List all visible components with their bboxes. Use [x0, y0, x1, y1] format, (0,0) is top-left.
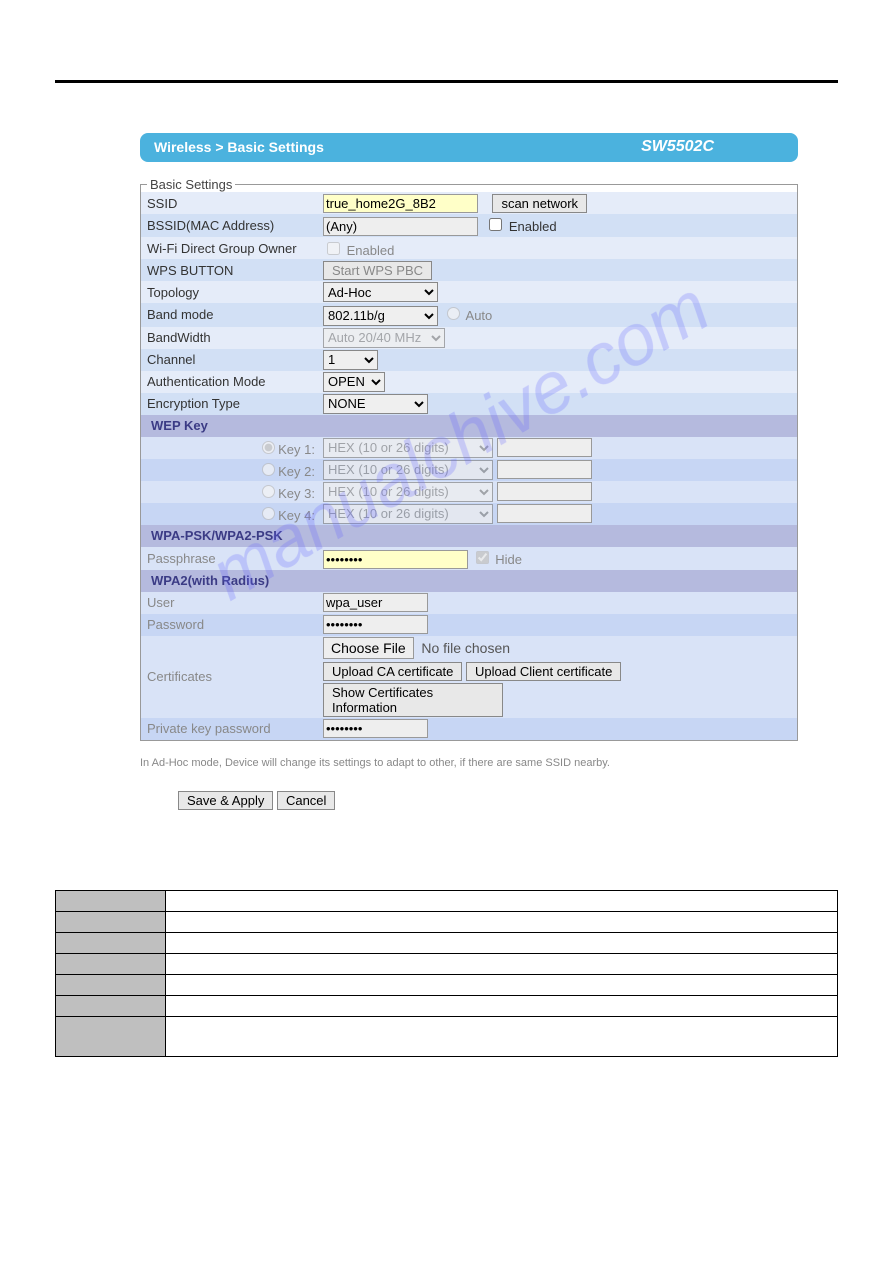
no-file-chosen-label: No file chosen	[421, 640, 510, 656]
wifi-direct-checkbox[interactable]	[327, 242, 340, 255]
desc-cell	[166, 974, 838, 995]
desc-cell-header	[56, 995, 166, 1016]
radius-user-input[interactable]	[323, 593, 428, 612]
band-mode-select[interactable]: 802.11b/g	[323, 306, 438, 326]
wep-key3-format-select[interactable]: HEX (10 or 26 digits)	[323, 482, 493, 502]
passphrase-hide-label: Hide	[495, 552, 522, 567]
bssid-enabled-label: Enabled	[509, 219, 557, 234]
wpa2-radius-heading: WPA2(with Radius)	[141, 570, 797, 592]
wps-button[interactable]: Start WPS PBC	[323, 261, 432, 280]
breadcrumb: Wireless > Basic Settings	[154, 139, 324, 155]
ssid-label: SSID	[141, 192, 317, 214]
wep-key1-input[interactable]	[497, 438, 592, 457]
cancel-button[interactable]: Cancel	[277, 791, 335, 810]
wifi-direct-enabled-label: Enabled	[347, 243, 395, 258]
encryption-type-select[interactable]: NONE	[323, 394, 428, 414]
wep-key2-input[interactable]	[497, 460, 592, 479]
auth-mode-select[interactable]: OPEN	[323, 372, 385, 392]
auth-mode-label: Authentication Mode	[141, 371, 317, 393]
desc-cell	[166, 995, 838, 1016]
wep-key3-label: Key 3:	[278, 486, 315, 501]
wep-key4-format-select[interactable]: HEX (10 or 26 digits)	[323, 504, 493, 524]
save-apply-button[interactable]: Save & Apply	[178, 791, 273, 810]
certificates-label: Certificates	[141, 636, 317, 718]
passphrase-input[interactable]	[323, 550, 468, 569]
bandwidth-select[interactable]: Auto 20/40 MHz	[323, 328, 445, 348]
desc-cell	[166, 911, 838, 932]
private-key-password-input[interactable]	[323, 719, 428, 738]
desc-cell	[166, 953, 838, 974]
desc-cell-header	[56, 890, 166, 911]
wep-key4-radio[interactable]	[262, 507, 275, 520]
desc-cell-header	[56, 932, 166, 953]
band-auto-label: Auto	[466, 308, 493, 323]
channel-label: Channel	[141, 349, 317, 371]
page-header-bar: Wireless > Basic Settings SW5502C	[140, 133, 798, 162]
bssid-label: BSSID(MAC Address)	[141, 214, 317, 237]
desc-cell-header	[56, 1016, 166, 1056]
bandwidth-label: BandWidth	[141, 327, 317, 349]
show-cert-info-button[interactable]: Show Certificates Information	[323, 683, 503, 717]
wep-key4-label: Key 4:	[278, 508, 315, 523]
wep-key1-radio[interactable]	[262, 441, 275, 454]
radius-user-label: User	[141, 592, 317, 614]
fieldset-legend: Basic Settings	[147, 177, 235, 192]
ssid-input[interactable]	[323, 194, 478, 213]
wep-key2-radio[interactable]	[262, 463, 275, 476]
wep-key3-radio[interactable]	[262, 485, 275, 498]
wps-label: WPS BUTTON	[141, 259, 317, 281]
topology-select[interactable]: Ad-Hoc	[323, 282, 438, 302]
top-rule	[55, 80, 838, 83]
passphrase-hide-checkbox[interactable]	[476, 551, 489, 564]
wep-key2-format-select[interactable]: HEX (10 or 26 digits)	[323, 460, 493, 480]
choose-file-button[interactable]: Choose File	[323, 637, 414, 659]
desc-cell	[166, 1016, 838, 1056]
basic-settings-fieldset: Basic Settings SSID scan network BSSID(M…	[140, 177, 798, 741]
topology-label: Topology	[141, 281, 317, 303]
upload-client-button[interactable]: Upload Client certificate	[466, 662, 621, 681]
bssid-input[interactable]	[323, 217, 478, 236]
description-table	[55, 890, 838, 1057]
desc-cell-header	[56, 974, 166, 995]
model-label: SW5502C	[641, 138, 714, 156]
wpa-psk-heading: WPA-PSK/WPA2-PSK	[141, 525, 797, 547]
private-key-password-label: Private key password	[141, 718, 317, 740]
band-mode-label: Band mode	[141, 303, 317, 327]
wep-key-heading: WEP Key	[141, 415, 797, 437]
desc-cell	[166, 890, 838, 911]
desc-cell-header	[56, 911, 166, 932]
desc-cell-header	[56, 953, 166, 974]
encryption-type-label: Encryption Type	[141, 393, 317, 415]
scan-network-button[interactable]: scan network	[492, 194, 587, 213]
channel-select[interactable]: 1	[323, 350, 378, 370]
radius-password-input[interactable]	[323, 615, 428, 634]
desc-cell	[166, 932, 838, 953]
bssid-enabled-checkbox[interactable]	[489, 218, 502, 231]
adhoc-note: In Ad-Hoc mode, Device will change its s…	[140, 757, 798, 769]
wep-key2-label: Key 2:	[278, 464, 315, 479]
radius-password-label: Password	[141, 614, 317, 636]
passphrase-label: Passphrase	[141, 547, 317, 570]
wep-key3-input[interactable]	[497, 482, 592, 501]
wep-key1-label: Key 1:	[278, 442, 315, 457]
band-auto-radio[interactable]	[447, 307, 460, 320]
wep-key1-format-select[interactable]: HEX (10 or 26 digits)	[323, 438, 493, 458]
wep-key4-input[interactable]	[497, 504, 592, 523]
wifi-direct-label: Wi-Fi Direct Group Owner	[141, 237, 317, 259]
upload-ca-button[interactable]: Upload CA certificate	[323, 662, 462, 681]
